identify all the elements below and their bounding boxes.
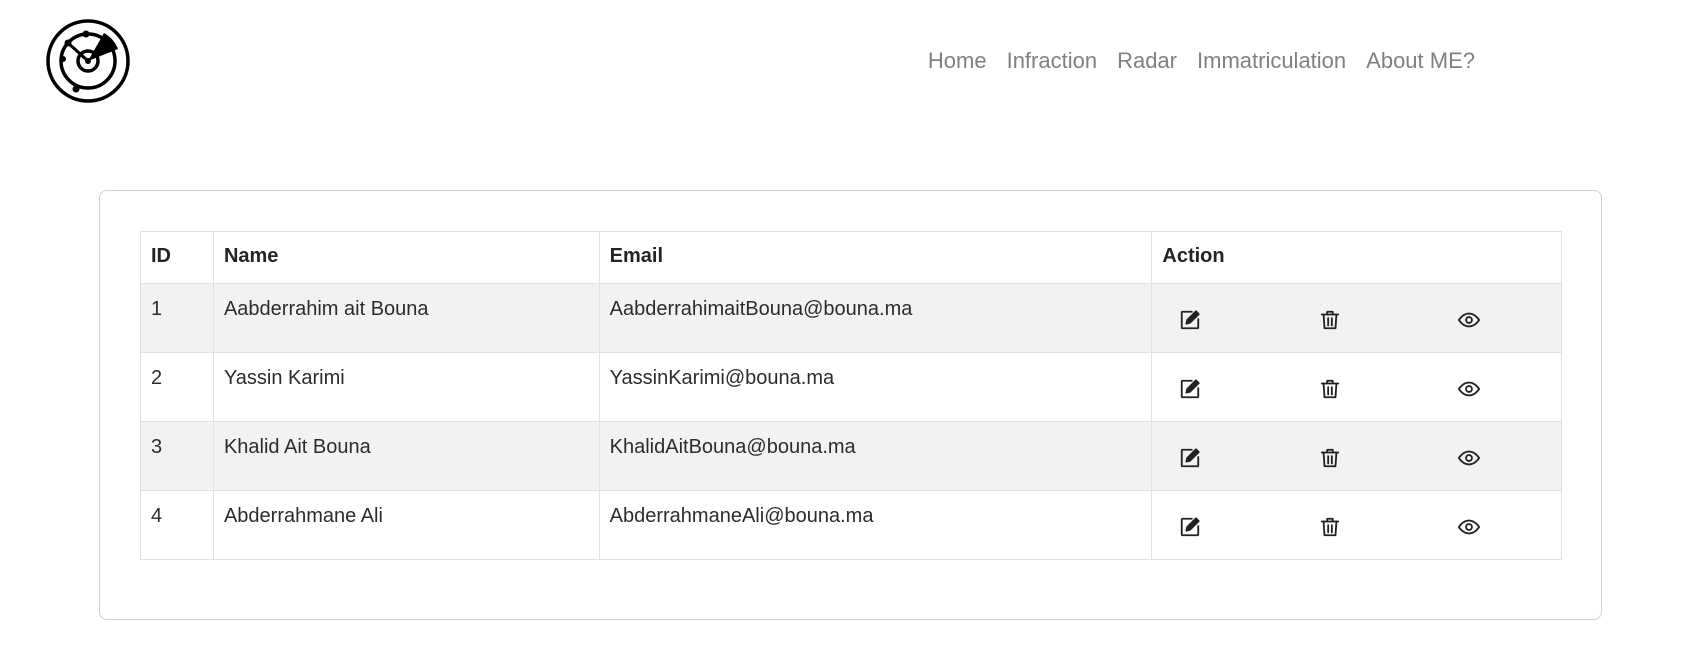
edit-icon[interactable] (1178, 377, 1202, 401)
trash-icon[interactable] (1318, 515, 1342, 539)
eye-icon[interactable] (1457, 377, 1481, 401)
table-row: 3 Khalid Ait Bouna KhalidAitBouna@bouna.… (140, 421, 1562, 491)
column-header-id: ID (140, 231, 214, 284)
column-header-email: Email (598, 231, 1153, 284)
trash-icon[interactable] (1318, 446, 1342, 470)
table-row: 4 Abderrahmane Ali AbderrahmaneAli@bouna… (140, 490, 1562, 560)
users-card: ID Name Email Action 1 Aabderrahim ait B… (99, 190, 1602, 620)
cell-email: AbderrahmaneAli@bouna.ma (598, 490, 1153, 560)
nav-link-immatriculation[interactable]: Immatriculation (1187, 46, 1356, 76)
nav-link-home[interactable]: Home (918, 46, 997, 76)
cell-name: Aabderrahim ait Bouna (212, 283, 600, 353)
nav-link-infraction[interactable]: Infraction (997, 46, 1108, 76)
cell-name: Yassin Karimi (212, 352, 600, 422)
trash-icon[interactable] (1318, 377, 1342, 401)
cell-email: KhalidAitBouna@bouna.ma (598, 421, 1153, 491)
edit-icon[interactable] (1178, 308, 1202, 332)
column-header-name: Name (212, 231, 600, 284)
nav-menu: Home Infraction Radar Immatriculation Ab… (918, 46, 1485, 76)
nav-link-about[interactable]: About ME? (1356, 46, 1485, 76)
edit-icon[interactable] (1178, 515, 1202, 539)
cell-id: 4 (140, 490, 214, 560)
table-row: 2 Yassin Karimi YassinKarimi@bouna.ma (140, 352, 1562, 422)
edit-icon[interactable] (1178, 446, 1202, 470)
cell-actions (1151, 352, 1562, 422)
table-header-row: ID Name Email Action (140, 231, 1562, 284)
column-header-action: Action (1151, 231, 1562, 284)
users-table: ID Name Email Action 1 Aabderrahim ait B… (140, 231, 1562, 560)
eye-icon[interactable] (1457, 308, 1481, 332)
cell-email: AabderrahimaitBouna@bouna.ma (598, 283, 1153, 353)
cell-email: YassinKarimi@bouna.ma (598, 352, 1153, 422)
table-row: 1 Aabderrahim ait Bouna AabderrahimaitBo… (140, 283, 1562, 353)
navbar: Home Infraction Radar Immatriculation Ab… (0, 0, 1695, 125)
cell-id: 3 (140, 421, 214, 491)
cell-actions (1151, 490, 1562, 560)
cell-name: Abderrahmane Ali (212, 490, 600, 560)
cell-actions (1151, 421, 1562, 491)
trash-icon[interactable] (1318, 308, 1342, 332)
eye-icon[interactable] (1457, 446, 1481, 470)
cell-actions (1151, 283, 1562, 353)
cell-id: 1 (140, 283, 214, 353)
radar-logo-icon[interactable] (46, 19, 130, 103)
nav-link-radar[interactable]: Radar (1107, 46, 1187, 76)
cell-name: Khalid Ait Bouna (212, 421, 600, 491)
eye-icon[interactable] (1457, 515, 1481, 539)
cell-id: 2 (140, 352, 214, 422)
